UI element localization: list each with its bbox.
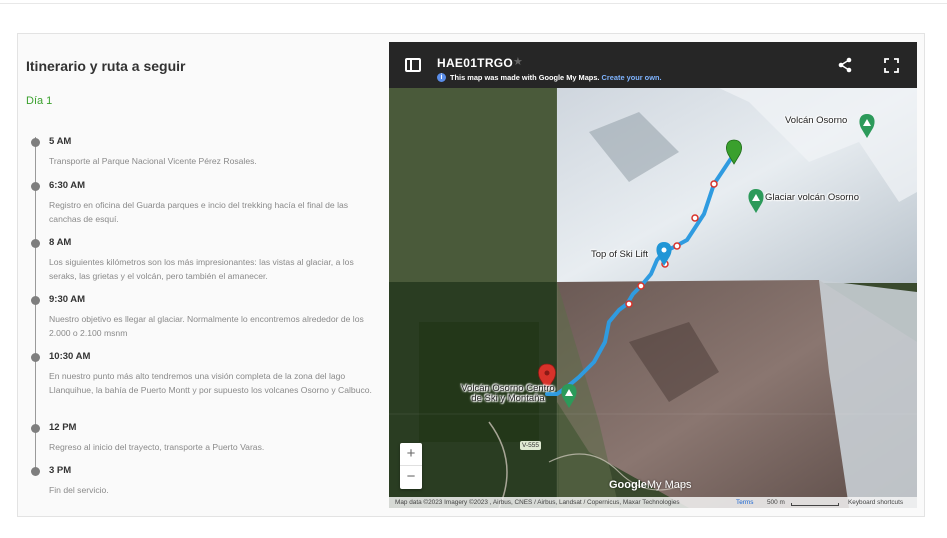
timeline-dot — [31, 138, 40, 147]
zoom-out-button[interactable]: − — [400, 466, 422, 489]
timeline-time: 10:30 AM — [49, 351, 91, 362]
google-my-maps-logo: GoogleMy Maps — [609, 479, 692, 491]
route-line — [545, 152, 736, 396]
timeline-time: 3 PM — [49, 465, 72, 476]
map-subtitle: This map was made with Google My Maps. C… — [450, 73, 662, 82]
itinerary-card: Itinerario y ruta a seguir Día 1 5 AM Tr… — [17, 33, 925, 517]
timeline-description: En nuestro punto más alto tendremos una … — [49, 371, 372, 395]
info-icon: i — [437, 73, 446, 82]
map-label-centro-ski[interactable]: Volcán Osorno Centro de Ski y Montaña — [454, 384, 562, 404]
map-attribution-bar: Map data ©2023 Imagery ©2023 , Airbus, C… — [389, 497, 917, 508]
route-waypoint — [637, 282, 645, 290]
zoom-control: + − — [400, 443, 422, 489]
ski-lift-icon — [656, 242, 672, 266]
terms-link[interactable]: Terms — [736, 497, 753, 508]
route-waypoint — [691, 214, 699, 222]
map-label-line: de Ski y Montaña — [471, 393, 545, 404]
map-attribution: Map data ©2023 Imagery ©2023 , Airbus, C… — [395, 499, 680, 506]
itinerary-title: Itinerario y ruta a seguir — [26, 58, 186, 74]
timeline-dot — [31, 239, 40, 248]
star-icon[interactable]: ★ — [513, 55, 523, 68]
map-title: HAE01TRGO — [437, 56, 514, 70]
mountain-marker-icon — [859, 114, 875, 138]
route-layer — [538, 114, 875, 408]
google-logo-text: Google — [609, 479, 647, 491]
day-label: Día 1 — [26, 95, 53, 107]
map-label-volcan[interactable]: Volcán Osorno — [785, 116, 847, 126]
timeline-dot — [31, 182, 40, 191]
road-shield: V-555 — [520, 441, 541, 450]
timeline-dot — [31, 296, 40, 305]
itinerary-panel: Itinerario y ruta a seguir Día 1 5 AM Tr… — [18, 34, 388, 516]
scale-bar — [791, 503, 839, 506]
map-subtitle-text: This map was made with Google My Maps. — [450, 73, 600, 82]
timeline-description: Regreso al inicio del trayecto, transpor… — [49, 442, 265, 452]
route-waypoint — [625, 300, 633, 308]
fullscreen-icon[interactable] — [884, 58, 899, 73]
embedded-map[interactable]: Volcán Osorno Glaciar volcán Osorno Top … — [389, 42, 917, 508]
timeline-dot — [31, 353, 40, 362]
timeline-time: 12 PM — [49, 422, 77, 433]
timeline-description: Nuestro objetivo es llegar al glaciar. N… — [49, 314, 364, 338]
map-label-glaciar[interactable]: Glaciar volcán Osorno — [765, 193, 859, 203]
timeline-description: Transporte al Parque Nacional Vicente Pé… — [49, 156, 257, 166]
timeline-dot — [31, 424, 40, 433]
timeline-dot — [31, 467, 40, 476]
map-header: HAE01TRGO ★ i This map was made with Goo… — [389, 42, 917, 88]
timeline-description: Fin del servicio. — [49, 485, 109, 495]
timeline-time: 5 AM — [49, 136, 72, 147]
create-your-own-link[interactable]: Create your own. — [602, 73, 662, 82]
route-waypoint — [673, 242, 681, 250]
timeline-description: Los siguientes kilómetros son los más im… — [49, 257, 354, 281]
sidebar-toggle-icon[interactable] — [405, 58, 421, 72]
route-waypoint — [710, 180, 718, 188]
my-maps-logo-text: My Maps — [646, 479, 692, 491]
mountain-marker-icon — [561, 384, 577, 408]
timeline-time: 9:30 AM — [49, 294, 86, 305]
share-icon[interactable] — [837, 57, 853, 73]
timeline-time: 8 AM — [49, 237, 72, 248]
top-divider — [0, 0, 947, 4]
zoom-in-button[interactable]: + — [400, 443, 422, 466]
mountain-marker-icon — [748, 189, 764, 213]
timeline-time: 6:30 AM — [49, 180, 86, 191]
keyboard-shortcuts-link[interactable]: Keyboard shortcuts — [848, 497, 903, 508]
map-scale[interactable]: 500 m — [767, 497, 785, 508]
timeline-description: Registro en oficina del Guarda parques e… — [49, 200, 349, 224]
map-label-ski-lift[interactable]: Top of Ski Lift — [591, 250, 648, 260]
